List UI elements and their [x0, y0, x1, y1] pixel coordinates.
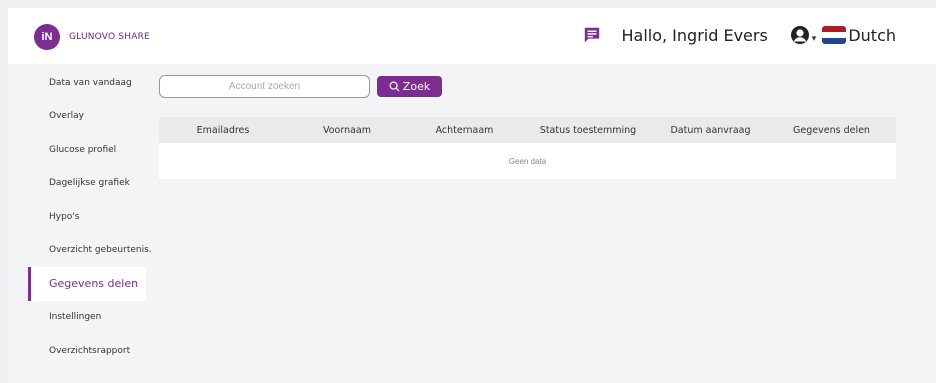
table-header: Emailadres Voornaam Achternaam Status to… [159, 117, 896, 143]
greeting-text: Hallo, Ingrid Evers [621, 25, 768, 45]
message-icon[interactable] [583, 26, 601, 44]
column-achternaam: Achternaam [435, 124, 494, 136]
sidebar-item-gegevens-delen[interactable]: Gegevens delen [28, 267, 146, 301]
flag-nl-icon[interactable] [822, 26, 847, 44]
search-icon [389, 81, 400, 92]
sidebar-item-instellingen[interactable]: Instellingen [28, 301, 152, 335]
column-status-toestemming: Status toestemming [539, 124, 637, 136]
language-selector[interactable]: Dutch [848, 26, 896, 45]
column-emailadres: Emailadres [196, 124, 250, 136]
column-gegevens-delen: Gegevens delen [793, 124, 870, 136]
sidebar-item-hypos[interactable]: Hypo's [28, 200, 152, 234]
logo-icon: iN [34, 24, 60, 50]
sidebar-item-overzicht-gebeurtenis[interactable]: Overzicht gebeurtenis... [28, 234, 152, 268]
sidebar-item-data-van-vandaag[interactable]: Data van vandaag [28, 66, 152, 100]
search-button[interactable]: Zoek [377, 76, 442, 97]
brand-name: GLUNOVO SHARE [69, 32, 150, 42]
sidebar-item-overzichtsrapport[interactable]: Overzichtsrapport [28, 334, 152, 368]
sidebar-item-overlay[interactable]: Overlay [28, 100, 152, 134]
empty-state: Geen data [159, 143, 896, 179]
brand-logo[interactable]: iN GLUNOVO SHARE [34, 24, 150, 50]
column-datum-aanvraag: Datum aanvraag [670, 124, 751, 136]
chevron-down-icon[interactable]: ▾ [812, 33, 817, 44]
search-input[interactable]: Account zoeken [159, 75, 370, 98]
column-voornaam: Voornaam [322, 124, 372, 136]
top-header: iN GLUNOVO SHARE Hallo, Ingrid Evers ▾ D… [8, 8, 936, 64]
sidebar-item-glucose-profiel[interactable]: Glucose profiel [28, 133, 152, 167]
search-button-label: Zoek [402, 80, 431, 93]
sidebar-item-dagelijkse-grafiek[interactable]: Dagelijkse grafiek [28, 167, 152, 201]
sidebar-nav: Data van vandaag Overlay Glucose profiel… [28, 66, 152, 368]
data-table: Emailadres Voornaam Achternaam Status to… [159, 117, 896, 179]
user-icon[interactable] [790, 25, 810, 45]
